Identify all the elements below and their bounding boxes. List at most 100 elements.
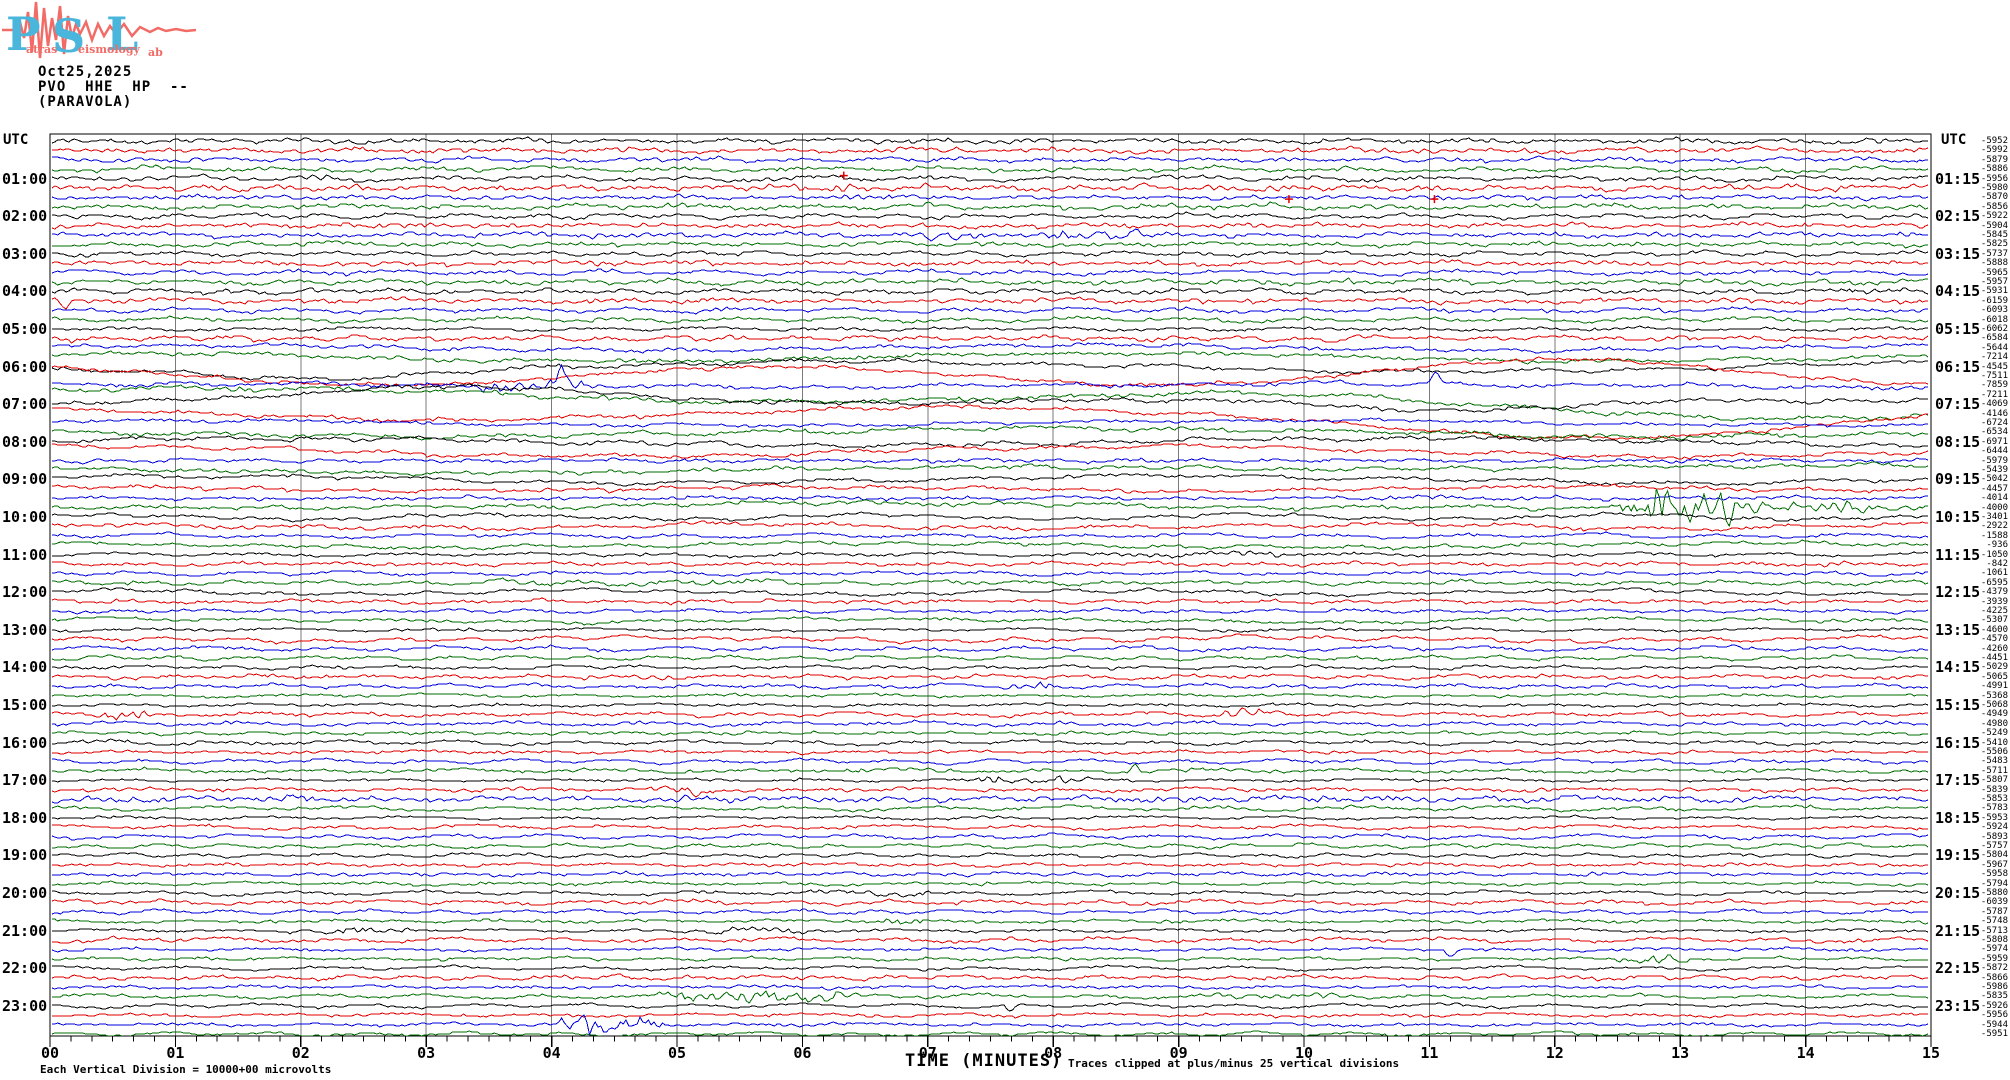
seismogram-trace-1600 <box>52 739 1928 746</box>
seismogram-trace-0630 <box>52 365 1928 392</box>
seismogram-trace-1845 <box>52 843 1928 849</box>
seismogram-trace-1215 <box>52 598 1928 605</box>
x-axis-title: TIME (MINUTES) <box>905 1051 1062 1071</box>
hour-label-left-0700: 07:00 <box>2 396 47 412</box>
seismogram-trace-1345 <box>52 655 1928 661</box>
seismogram-trace-0000 <box>52 137 1928 144</box>
seismogram-trace-0930 <box>52 495 1928 501</box>
hour-label-left-1600: 16:00 <box>2 735 47 751</box>
seismogram-trace-1615 <box>52 750 1928 755</box>
seismogram-trace-1815 <box>52 824 1928 830</box>
seismogram-trace-0030 <box>52 156 1928 163</box>
x-tick-label-03: 03 <box>404 1044 448 1062</box>
hour-label-left-1100: 11:00 <box>2 547 47 563</box>
seismogram-trace-0200 <box>52 212 1928 220</box>
seismogram-trace-1000 <box>52 512 1928 522</box>
seismogram-trace-0345 <box>52 278 1928 286</box>
seismogram-trace-0145 <box>52 202 1928 210</box>
hour-label-left-0300: 03:00 <box>2 246 47 262</box>
seismogram-trace-1730 <box>52 795 1928 803</box>
hour-label-left-1700: 17:00 <box>2 772 47 788</box>
x-tick-label-13: 13 <box>1658 1044 1702 1062</box>
seismogram-trace-1930 <box>52 871 1928 877</box>
hour-label-left-0800: 08:00 <box>2 434 47 450</box>
hour-label-left-1000: 10:00 <box>2 509 47 525</box>
seismogram-trace-1630 <box>52 758 1928 765</box>
seismogram-trace-1500 <box>52 703 1928 707</box>
seismogram-trace-2030 <box>52 909 1928 915</box>
seismogram-trace-0300 <box>52 250 1928 257</box>
traces-group <box>52 137 1928 1037</box>
seismogram-trace-0315 <box>52 260 1928 267</box>
x-tick-label-15: 15 <box>1909 1044 1953 1062</box>
hour-label-left-1300: 13:00 <box>2 622 47 638</box>
seismogram-trace-0130 <box>52 194 1928 201</box>
trace-offset-value: -5951 <box>1950 1029 2008 1039</box>
seismogram-trace-0500 <box>52 326 1928 331</box>
seismogram-trace-2145 <box>52 955 1928 963</box>
seismogram-trace-1915 <box>52 862 1928 868</box>
seismogram-trace-0515 <box>52 335 1928 343</box>
hour-label-left-1800: 18:00 <box>2 810 47 826</box>
hour-label-left-1200: 12:00 <box>2 584 47 600</box>
hour-label-left-0200: 02:00 <box>2 208 47 224</box>
hour-label-left-2000: 20:00 <box>2 885 47 901</box>
seismogram-trace-1445 <box>52 693 1928 698</box>
seismogram-trace-1200 <box>52 588 1928 597</box>
webicorder-page: P S L atras eismology ab Oct25,2025 PVO … <box>0 0 2010 1080</box>
seismogram-trace-1400 <box>52 665 1928 670</box>
seismogram-trace-0945 <box>52 489 1928 526</box>
hour-label-left-0600: 06:00 <box>2 359 47 375</box>
seismogram-trace-1015 <box>52 521 1928 531</box>
seismogram-trace-2315 <box>52 1013 1928 1018</box>
seismogram-trace-0115 <box>52 183 1928 192</box>
seismogram-trace-2000 <box>52 890 1928 897</box>
seismogram-trace-1115 <box>52 561 1928 567</box>
seismogram-trace-1430 <box>52 682 1928 689</box>
seismogram-trace-0845 <box>52 462 1928 476</box>
seismogram-trace-1745 <box>52 805 1928 812</box>
hour-label-left-2300: 23:00 <box>2 998 47 1014</box>
hour-label-left-2100: 21:00 <box>2 923 47 939</box>
seismogram-trace-1645 <box>52 764 1928 773</box>
seismogram-trace-2015 <box>52 899 1928 906</box>
seismogram-trace-1315 <box>52 634 1928 644</box>
seismogram-plot <box>0 0 2010 1080</box>
seismogram-trace-0430 <box>52 307 1928 314</box>
seismogram-trace-0330 <box>52 269 1928 276</box>
seismogram-trace-0245 <box>52 241 1928 248</box>
seismogram-trace-2245 <box>52 991 1928 1003</box>
seismogram-trace-0915 <box>52 484 1928 493</box>
seismogram-trace-2215 <box>52 974 1928 981</box>
x-tick-label-14: 14 <box>1784 1044 1828 1062</box>
seismogram-trace-0445 <box>52 316 1928 323</box>
seismogram-trace-0100 <box>52 174 1928 182</box>
hour-label-left-1900: 19:00 <box>2 847 47 863</box>
seismogram-trace-2115 <box>52 936 1928 943</box>
seismogram-trace-1900 <box>52 853 1928 858</box>
seismogram-trace-1230 <box>52 608 1928 614</box>
seismogram-trace-0015 <box>52 146 1928 154</box>
seismogram-trace-2045 <box>52 919 1928 924</box>
seismogram-trace-1800 <box>52 815 1928 820</box>
x-tick-label-12: 12 <box>1533 1044 1577 1062</box>
clipping-note: Traces clipped at plus/minus 25 vertical… <box>1068 1057 1399 1070</box>
hour-label-left-0100: 01:00 <box>2 171 47 187</box>
seismogram-trace-1700 <box>52 776 1928 783</box>
x-tick-label-02: 02 <box>279 1044 323 1062</box>
x-tick-label-06: 06 <box>780 1044 824 1062</box>
seismogram-trace-1300 <box>52 627 1928 632</box>
seismogram-trace-1415 <box>52 674 1928 680</box>
seismogram-trace-0830 <box>52 458 1928 464</box>
x-tick-label-05: 05 <box>655 1044 699 1062</box>
hour-label-left-0400: 04:00 <box>2 283 47 299</box>
hour-label-left-0500: 05:00 <box>2 321 47 337</box>
x-tick-label-11: 11 <box>1407 1044 1451 1062</box>
seismogram-trace-2200 <box>52 965 1928 971</box>
seismogram-trace-1515 <box>52 708 1928 720</box>
seismogram-trace-1330 <box>52 645 1928 652</box>
seismogram-trace-1545 <box>52 731 1928 736</box>
vertical-scale-note: Each Vertical Division = 10000+00 microv… <box>40 1063 331 1076</box>
hour-label-left-1400: 14:00 <box>2 659 47 675</box>
seismogram-trace-1145 <box>52 578 1928 586</box>
